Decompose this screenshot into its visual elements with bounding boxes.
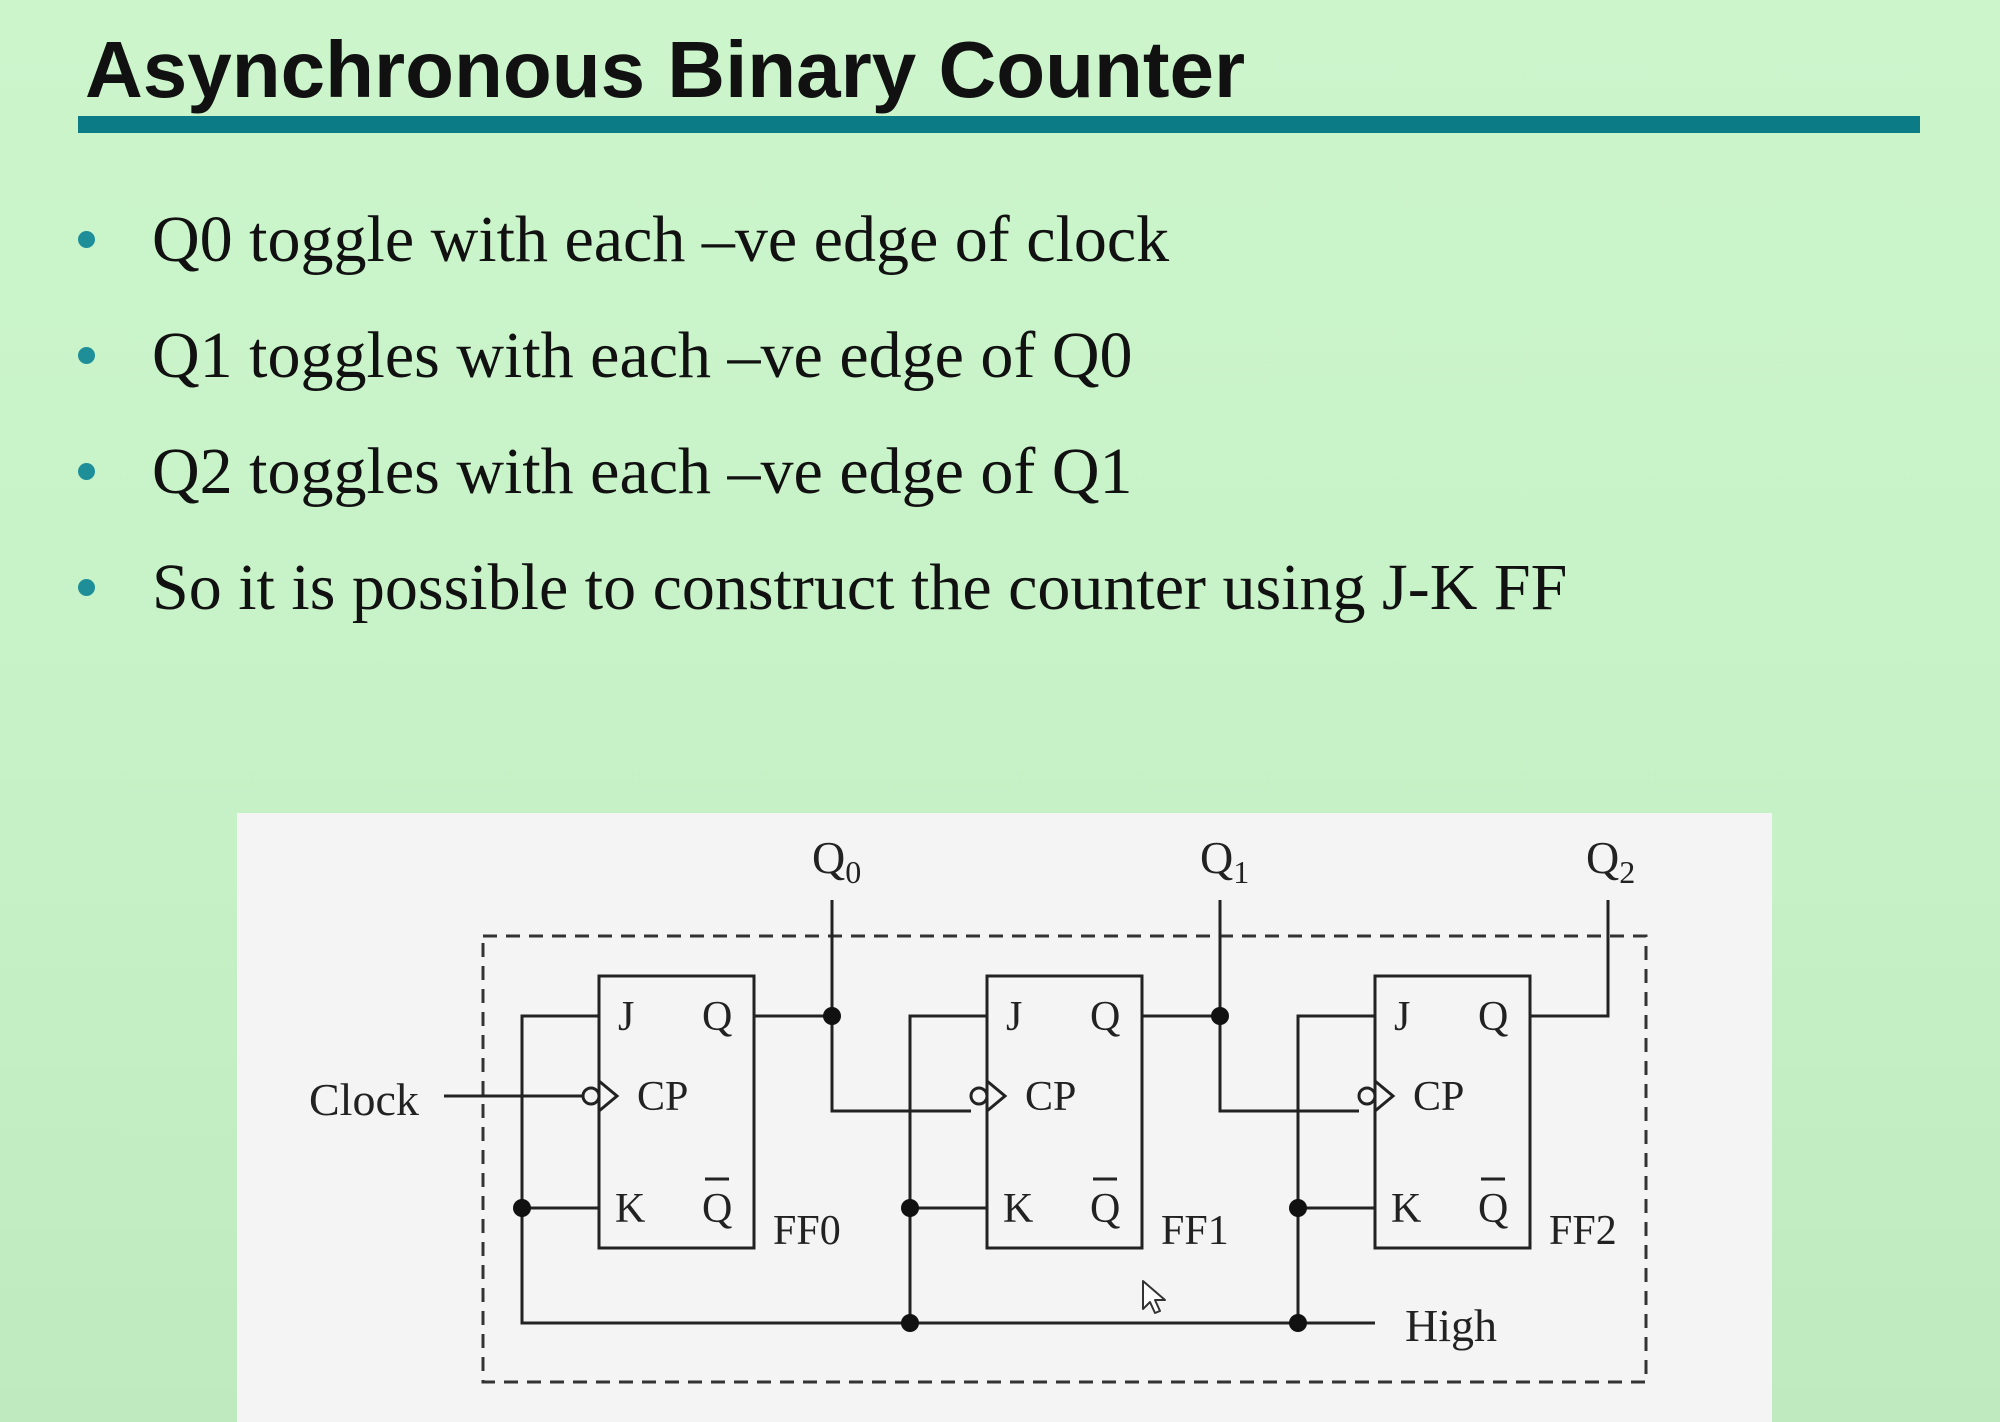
output-label-q1: Q1: [1200, 832, 1249, 890]
ff0-clock-bubble: [581, 1086, 601, 1106]
bullet-text: Q1 toggles with each –ve edge of Q0: [152, 319, 1133, 392]
junction-dot: [901, 1314, 919, 1332]
bullet-list: Q0 toggle with each –ve edge of clock Q1…: [72, 190, 1567, 654]
bullet-dot-icon: [78, 231, 95, 248]
ff2-qbar-label: Q: [1478, 1186, 1508, 1232]
bullet-text: So it is possible to construct the count…: [152, 551, 1568, 624]
ff1-cp-label: CP: [1025, 1074, 1076, 1120]
bullet-item: Q0 toggle with each –ve edge of clock: [72, 190, 1567, 306]
title-underline: [78, 116, 1920, 133]
ff2-cp-label: CP: [1413, 1074, 1464, 1120]
ff1-j-label: J: [1006, 994, 1022, 1040]
bullet-dot-icon: [78, 463, 95, 480]
ff2-j-label: J: [1394, 994, 1410, 1040]
ff0-k-label: K: [615, 1186, 645, 1232]
ff2-name-label: FF2: [1549, 1208, 1617, 1254]
ff1-name-label: FF1: [1161, 1208, 1229, 1254]
ff0-q-label: Q: [702, 994, 732, 1040]
mouse-cursor-icon: [1142, 1280, 1166, 1314]
bullet-dot-icon: [78, 347, 95, 364]
junction-dot: [823, 1007, 841, 1025]
circuit-diagram: Q0 Q1 Q2 Clock High J Q CP K Q FF0 J Q C…: [309, 832, 1648, 1384]
high-label: High: [1405, 1300, 1497, 1351]
ff0-cp-label: CP: [637, 1074, 688, 1120]
ff0-name-label: FF0: [773, 1208, 841, 1254]
ff2-clock-bubble: [1357, 1086, 1377, 1106]
ff0-qbar-label: Q: [702, 1186, 732, 1232]
ff0-j-label: J: [618, 994, 634, 1040]
ff0-clock-triangle: [598, 1079, 620, 1113]
ff2-q-label: Q: [1478, 994, 1508, 1040]
junction-dot: [1211, 1007, 1229, 1025]
junction-dot: [1289, 1199, 1307, 1217]
ff1-clock-bubble: [969, 1086, 989, 1106]
junction-dot: [1289, 1314, 1307, 1332]
bullet-text: Q2 toggles with each –ve edge of Q1: [152, 435, 1133, 508]
bullet-text: Q0 toggle with each –ve edge of clock: [152, 203, 1170, 276]
clock-label: Clock: [309, 1074, 419, 1125]
ff1-clock-triangle: [986, 1079, 1008, 1113]
bullet-dot-icon: [78, 579, 95, 596]
slide-title: Asynchronous Binary Counter: [85, 25, 1246, 114]
bullet-item: So it is possible to construct the count…: [72, 538, 1567, 654]
ff1-qbar-label: Q: [1090, 1186, 1120, 1232]
ff2-k-label: K: [1391, 1186, 1421, 1232]
bullet-item: Q2 toggles with each –ve edge of Q1: [72, 422, 1567, 538]
ff2-clock-triangle: [1374, 1079, 1396, 1113]
junction-dot: [513, 1199, 531, 1217]
ff1-q-label: Q: [1090, 994, 1120, 1040]
circuit-figure: Q0 Q1 Q2 Clock High J Q CP K Q FF0 J Q C…: [237, 813, 1772, 1422]
ff1-k-label: K: [1003, 1186, 1033, 1232]
output-label-q0: Q0: [812, 832, 861, 890]
bullet-item: Q1 toggles with each –ve edge of Q0: [72, 306, 1567, 422]
junction-dot: [901, 1199, 919, 1217]
output-label-q2: Q2: [1586, 832, 1635, 890]
